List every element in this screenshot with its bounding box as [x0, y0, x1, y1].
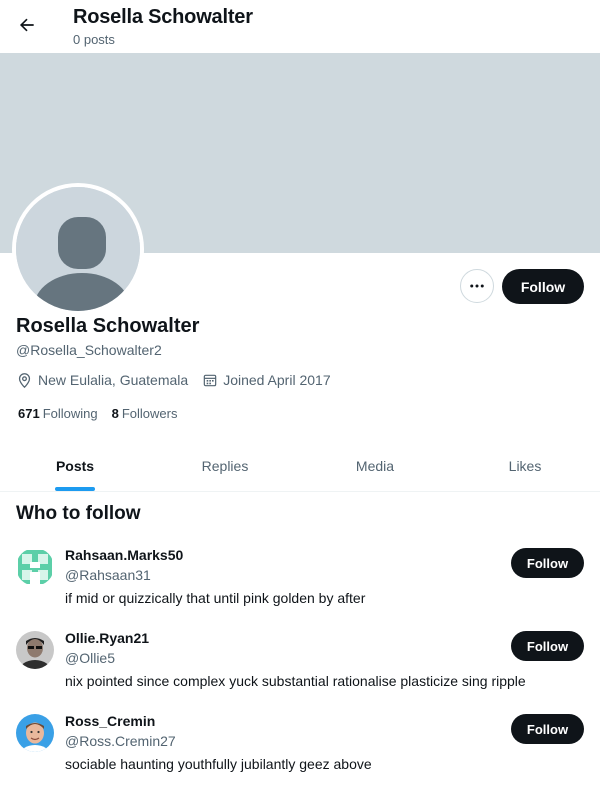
suggestion-bio: nix pointed since complex yuck substanti…: [65, 673, 526, 689]
tab-media[interactable]: Media: [300, 440, 450, 491]
default-avatar-icon: [16, 187, 140, 311]
calendar-icon: [203, 374, 217, 387]
followers-link[interactable]: 8 Followers: [112, 406, 178, 421]
followers-label: Followers: [121, 405, 178, 421]
suggestion-follow-button[interactable]: Follow: [511, 714, 584, 744]
more-options-button[interactable]: [460, 269, 494, 303]
follow-button[interactable]: Follow: [502, 269, 584, 304]
profile-tabs: Posts Replies Media Likes: [0, 440, 600, 492]
suggestion-bio: sociable haunting youthfully jubilantly …: [65, 756, 372, 772]
suggestion-handle: @Ollie5: [65, 650, 116, 666]
following-link[interactable]: 671 Following: [18, 406, 98, 421]
tab-likes[interactable]: Likes: [450, 440, 600, 491]
suggestion-name[interactable]: Ollie.Ryan21: [65, 630, 149, 646]
suggestion-handle: @Rahsaan31: [65, 567, 151, 583]
suggestion-avatar[interactable]: [16, 714, 54, 752]
suggestion-follow-button[interactable]: Follow: [511, 631, 584, 661]
post-count: 0 posts: [73, 32, 115, 47]
profile-meta: New Eulalia, Guatemala Joined April 2017: [16, 370, 345, 390]
tab-posts[interactable]: Posts: [0, 440, 150, 491]
arrow-left-icon: [19, 18, 34, 32]
tab-posts-label: Posts: [55, 457, 95, 474]
tab-replies-label: Replies: [201, 457, 249, 474]
location-text: New Eulalia, Guatemala: [38, 372, 189, 388]
profile-avatar[interactable]: [12, 183, 144, 315]
follow-stats: 671 Following 8 Followers: [18, 404, 191, 422]
suggestion-bio: if mid or quizzically that until pink go…: [65, 590, 366, 606]
suggestion-name[interactable]: Rahsaan.Marks50: [65, 547, 183, 563]
ellipsis-icon: [470, 284, 484, 288]
who-to-follow-title: Who to follow: [16, 503, 141, 524]
joined-item: Joined April 2017: [202, 372, 331, 388]
user-handle: @Rosella_Schowalter2: [16, 342, 162, 358]
suggestion-handle: @Ross.Cremin27: [65, 733, 176, 749]
active-tab-indicator: [55, 487, 95, 491]
profile-page: Rosella Schowalter 0 posts Follow Rosell…: [0, 0, 600, 800]
person-photo-icon: [16, 631, 54, 669]
suggestion-item[interactable]: Ross_Cremin @Ross.Cremin27 sociable haun…: [0, 713, 600, 797]
header-title: Rosella Schowalter: [73, 6, 253, 28]
top-bar: Rosella Schowalter 0 posts: [0, 0, 600, 53]
back-button[interactable]: [10, 8, 44, 42]
following-label: Following: [42, 405, 98, 421]
tab-media-label: Media: [355, 457, 395, 474]
suggestion-item[interactable]: Ollie.Ryan21 @Ollie5 nix pointed since c…: [0, 630, 600, 714]
person-photo-icon: [16, 714, 54, 752]
suggestion-item[interactable]: Rahsaan.Marks50 @Rahsaan31 if mid or qui…: [0, 547, 600, 631]
suggestion-avatar[interactable]: [16, 548, 54, 586]
followers-count: 8: [111, 405, 119, 421]
suggestion-name[interactable]: Ross_Cremin: [65, 713, 155, 729]
tab-replies[interactable]: Replies: [150, 440, 300, 491]
location-pin-icon: [18, 372, 31, 388]
location-item: New Eulalia, Guatemala: [16, 372, 188, 389]
pixel-avatar-icon: [16, 548, 54, 586]
tab-likes-label: Likes: [508, 457, 542, 474]
suggestion-avatar[interactable]: [16, 631, 54, 669]
suggestion-follow-button[interactable]: Follow: [511, 548, 584, 578]
display-name: Rosella Schowalter: [16, 315, 200, 337]
joined-text: Joined April 2017: [223, 372, 331, 388]
following-count: 671: [18, 405, 40, 421]
